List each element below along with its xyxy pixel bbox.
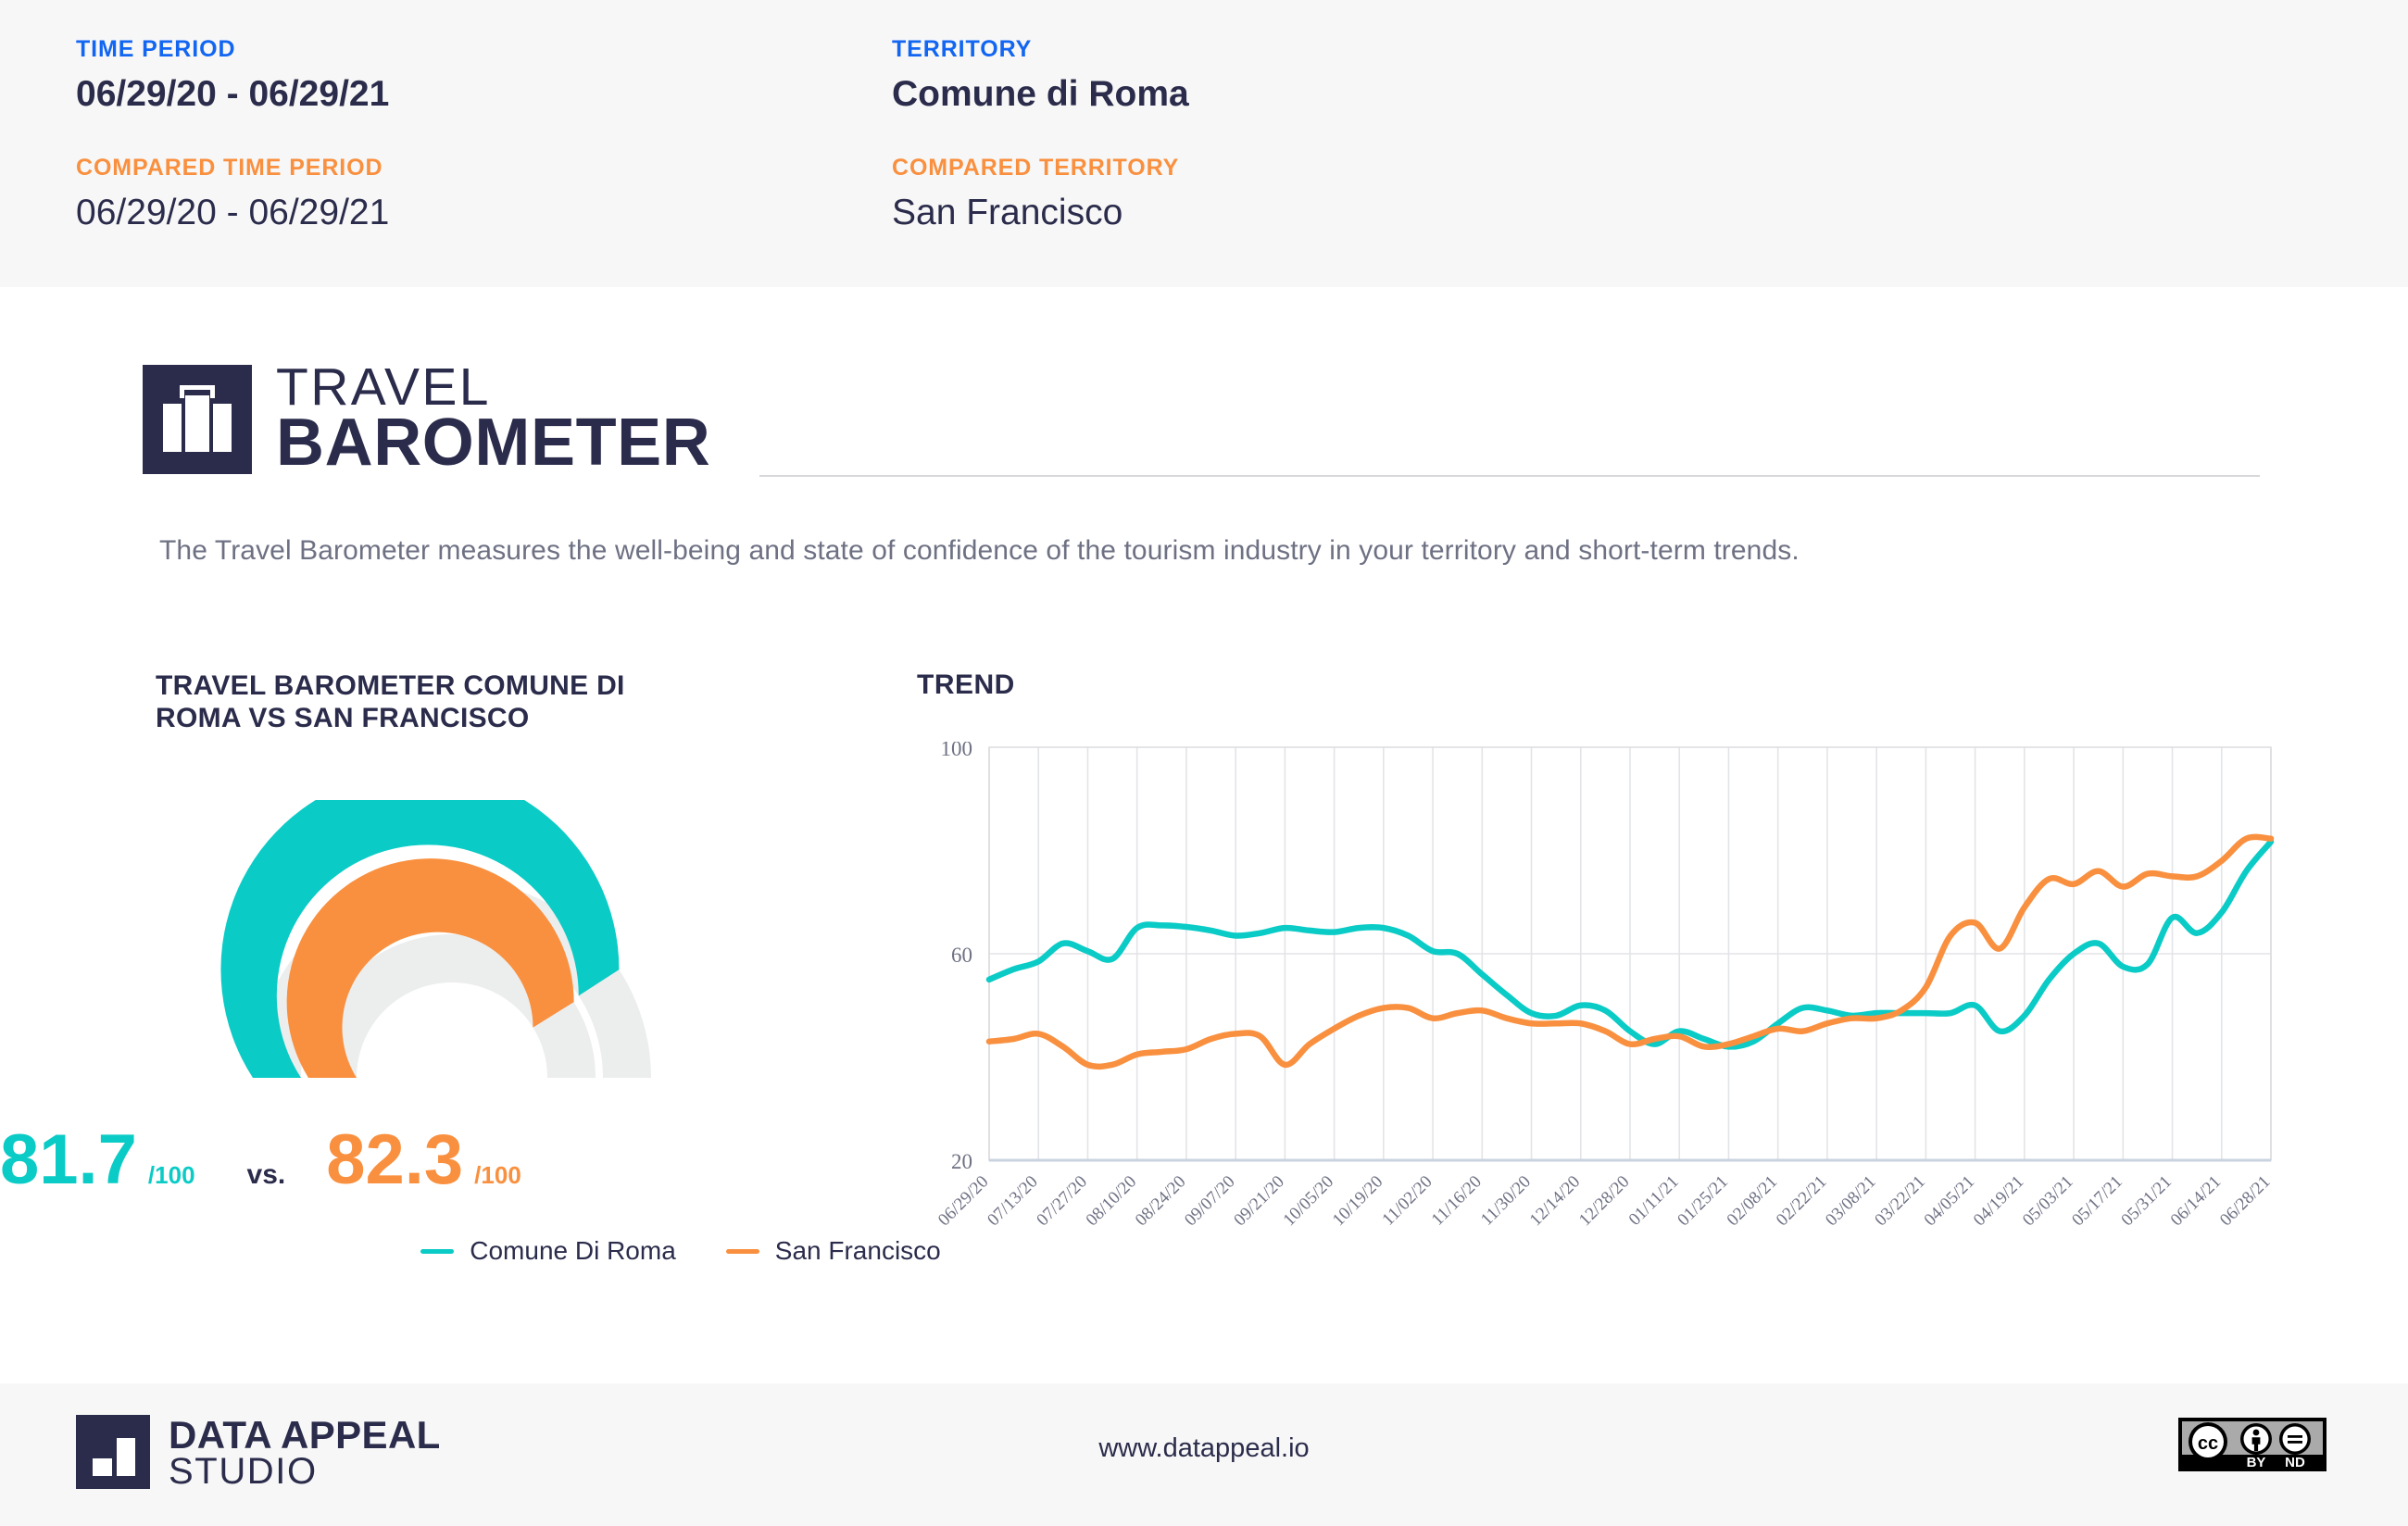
svg-text:01/25/21: 01/25/21 xyxy=(1674,1172,1732,1231)
svg-text:07/27/20: 07/27/20 xyxy=(1033,1172,1091,1231)
svg-text:09/21/20: 09/21/20 xyxy=(1230,1172,1288,1231)
svg-text:08/24/20: 08/24/20 xyxy=(1132,1172,1190,1231)
primary-denominator: /100 xyxy=(147,1161,195,1189)
svg-text:04/19/21: 04/19/21 xyxy=(1970,1172,2028,1231)
svg-text:11/16/20: 11/16/20 xyxy=(1428,1172,1486,1230)
svg-text:03/22/21: 03/22/21 xyxy=(1871,1172,1929,1231)
svg-text:12/14/20: 12/14/20 xyxy=(1526,1172,1585,1231)
time-period-label: TIME PERIOD xyxy=(76,36,236,62)
territory-field: TERRITORY Comune di Roma xyxy=(892,36,1189,114)
trend-panel: TREND 20 60 100 06/29/20 07/13/20 07/27/20 08… xyxy=(917,669,2288,1316)
svg-text:10/05/20: 10/05/20 xyxy=(1280,1172,1338,1231)
gauge-svg xyxy=(220,799,651,1078)
chart-legend: Comune Di Roma San Francisco xyxy=(0,1236,1361,1266)
compared-territory-label: COMPARED TERRITORY xyxy=(892,155,1180,181)
footer-url[interactable]: www.datappeal.io xyxy=(0,1433,2408,1464)
legend-item-san-francisco[interactable]: San Francisco xyxy=(725,1236,941,1266)
suitcase-bar-left xyxy=(163,403,182,452)
svg-text:cc: cc xyxy=(2198,1433,2218,1454)
cc-by-nd-icon: cc BY ND xyxy=(2178,1418,2326,1471)
travel-barometer-logo: TRAVEL BAROMETER xyxy=(143,361,711,480)
svg-text:06/14/21: 06/14/21 xyxy=(2167,1172,2226,1231)
svg-text:09/07/20: 09/07/20 xyxy=(1181,1172,1239,1231)
legend-swatch-comune-di-roma xyxy=(420,1248,455,1254)
suitcase-bar-right xyxy=(213,403,232,452)
gauge-chart xyxy=(156,799,748,1115)
vs-label: vs. xyxy=(246,1159,286,1190)
compared-territory-field: COMPARED TERRITORY San Francisco xyxy=(892,155,1180,232)
svg-text:02/22/21: 02/22/21 xyxy=(1773,1172,1831,1231)
time-period-field: TIME PERIOD 06/29/20 - 06/29/21 xyxy=(76,36,390,114)
header-divider xyxy=(759,475,2260,477)
svg-text:05/31/21: 05/31/21 xyxy=(2117,1172,2176,1231)
suitcase-bar-middle xyxy=(185,394,209,452)
compared-time-period-label: COMPARED TIME PERIOD xyxy=(76,155,383,181)
suitcase-icon xyxy=(143,364,252,474)
svg-text:05/17/21: 05/17/21 xyxy=(2068,1172,2126,1231)
compare-value: 82.3 xyxy=(326,1120,464,1199)
svg-text:05/03/21: 05/03/21 xyxy=(2019,1172,2077,1231)
svg-text:20: 20 xyxy=(951,1150,972,1173)
svg-text:11/02/20: 11/02/20 xyxy=(1378,1172,1436,1230)
compared-time-period-field: COMPARED TIME PERIOD 06/29/20 - 06/29/21 xyxy=(76,155,390,232)
svg-text:BY: BY xyxy=(2247,1455,2266,1470)
trend-title: TREND xyxy=(917,669,1015,700)
svg-text:08/10/20: 08/10/20 xyxy=(1083,1172,1141,1231)
primary-value-block: 81.7 /100 xyxy=(0,1125,195,1195)
legend-item-comune-di-roma[interactable]: Comune Di Roma xyxy=(420,1236,676,1266)
svg-text:06/28/21: 06/28/21 xyxy=(2216,1172,2275,1231)
svg-text:02/08/21: 02/08/21 xyxy=(1724,1172,1782,1231)
svg-text:12/28/20: 12/28/20 xyxy=(1575,1172,1634,1231)
creative-commons-license-badge[interactable]: cc BY ND xyxy=(2178,1418,2326,1471)
svg-text:01/11/21: 01/11/21 xyxy=(1625,1172,1683,1230)
gauge-title: TRAVEL BAROMETER COMUNE DI ROMA VS SAN F… xyxy=(156,670,625,734)
compared-time-period-value: 06/29/20 - 06/29/21 xyxy=(76,192,390,232)
compare-denominator: /100 xyxy=(474,1161,521,1189)
svg-text:06/29/20: 06/29/20 xyxy=(934,1172,993,1231)
compare-value-block: 82.3 /100 xyxy=(326,1125,521,1195)
brand-wordmark: TRAVEL BAROMETER xyxy=(276,361,711,480)
svg-text:04/05/21: 04/05/21 xyxy=(1921,1172,1979,1231)
legend-swatch-san-francisco xyxy=(725,1248,759,1254)
description-text: The Travel Barometer measures the well-b… xyxy=(159,535,1800,566)
svg-text:07/13/20: 07/13/20 xyxy=(984,1172,1042,1231)
svg-text:10/19/20: 10/19/20 xyxy=(1329,1172,1387,1231)
gauge-value-row: 81.7 /100 vs. 82.3 /100 xyxy=(0,1125,667,1195)
svg-text:ND: ND xyxy=(2285,1455,2305,1470)
compared-territory-value: San Francisco xyxy=(892,192,1123,232)
primary-value: 81.7 xyxy=(0,1120,137,1199)
gauge-panel: TRAVEL BAROMETER COMUNE DI ROMA VS SAN F… xyxy=(156,669,804,1115)
legend-label-comune-di-roma: Comune Di Roma xyxy=(470,1236,676,1265)
trend-svg: 20 60 100 06/29/2007/13/2007/27/2008/10/20… xyxy=(934,742,2275,1231)
brand-line-2: BAROMETER xyxy=(276,406,711,480)
trend-chart: 20 60 100 06/29/20 07/13/20 07/27/20 08/10/20… xyxy=(917,742,2278,1316)
chart-x-ticklabels: 06/29/2007/13/2007/27/2008/10/2008/24/20… xyxy=(934,1172,2275,1231)
chart-y-ticklabels: 20 60 100 xyxy=(941,742,973,1173)
legend-label-san-francisco: San Francisco xyxy=(774,1236,941,1265)
svg-text:100: 100 xyxy=(941,742,973,760)
territory-value: Comune di Roma xyxy=(892,73,1189,114)
report-header-bar: TIME PERIOD 06/29/20 - 06/29/21 TERRITOR… xyxy=(0,0,2408,287)
territory-label: TERRITORY xyxy=(892,36,1033,62)
svg-text:60: 60 xyxy=(951,944,972,967)
svg-text:11/30/20: 11/30/20 xyxy=(1477,1172,1535,1230)
time-period-value: 06/29/20 - 06/29/21 xyxy=(76,73,390,114)
svg-text:03/08/21: 03/08/21 xyxy=(1822,1172,1880,1231)
